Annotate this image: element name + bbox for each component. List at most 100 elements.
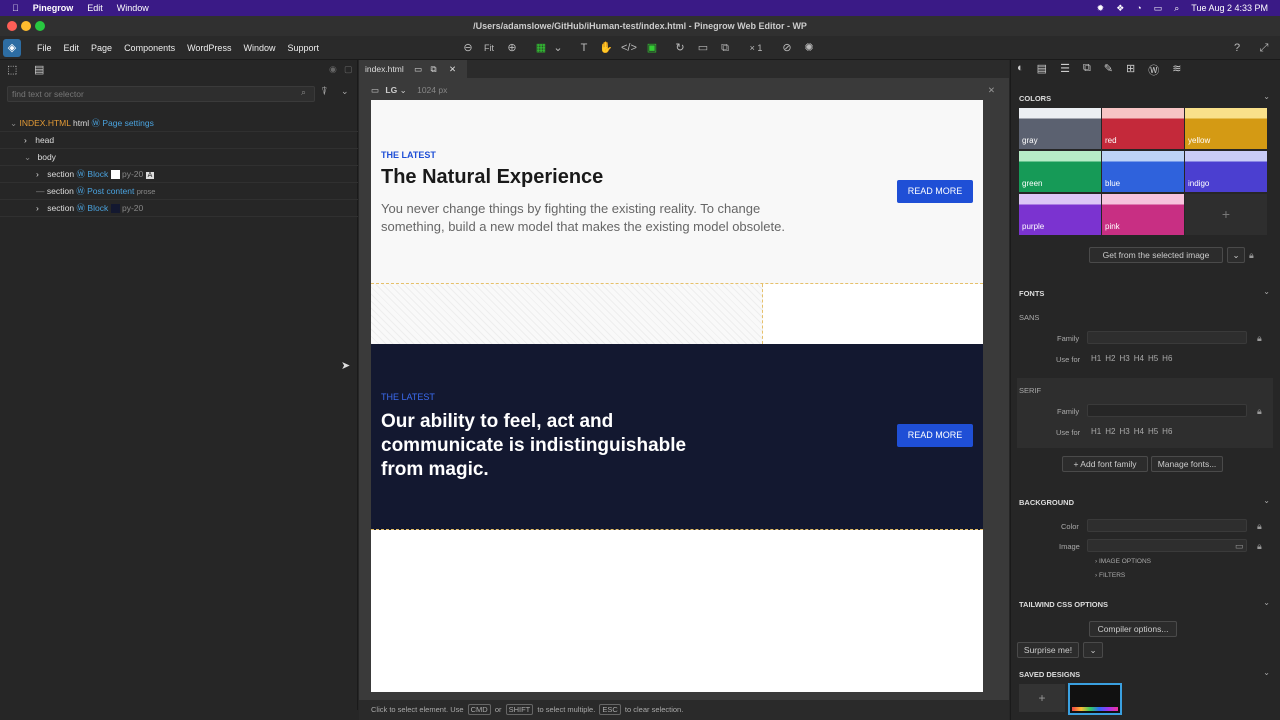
swatch-blue[interactable]: blue bbox=[1102, 151, 1184, 192]
menu-support[interactable]: Support bbox=[287, 43, 319, 53]
chevron-down-icon[interactable]: ⌄ bbox=[24, 152, 31, 162]
sans-family-select[interactable] bbox=[1087, 331, 1247, 344]
tab-index-html[interactable]: index.html ▭ ⧉ ✕ bbox=[359, 60, 467, 78]
menu-wordpress[interactable]: WordPress bbox=[187, 43, 231, 53]
menu-components[interactable]: Components bbox=[124, 43, 175, 53]
compiler-options-button[interactable]: Compiler options... bbox=[1089, 621, 1177, 637]
gear-icon[interactable]: ✹ bbox=[1097, 3, 1105, 14]
chevron-right-icon[interactable]: › bbox=[36, 169, 39, 179]
section-post-content[interactable] bbox=[371, 284, 983, 344]
section-title[interactable]: The Natural Experience bbox=[381, 166, 603, 189]
wifi-icon[interactable]: ◔ bbox=[1136, 3, 1141, 13]
code-icon[interactable]: </> bbox=[621, 41, 637, 55]
preview-icon[interactable]: ▭ bbox=[696, 41, 710, 55]
tailwind-section-title[interactable]: TAILWIND CSS OPTIONS bbox=[1019, 600, 1108, 609]
menu-page[interactable]: Page bbox=[91, 43, 112, 53]
swatch-indigo[interactable]: indigo bbox=[1185, 151, 1267, 192]
zoom-out-icon[interactable]: ⊖ bbox=[461, 41, 475, 55]
mac-app-name[interactable]: Pinegrow bbox=[33, 3, 74, 13]
new-window-icon[interactable]: ⧉ bbox=[431, 64, 437, 74]
external-preview-icon[interactable]: ⧉ bbox=[718, 41, 732, 55]
refresh-icon[interactable]: ↻ bbox=[673, 41, 687, 55]
device-select[interactable]: LG bbox=[385, 85, 397, 95]
h1-toggle[interactable]: H1 bbox=[1091, 427, 1101, 436]
h5-toggle[interactable]: H5 bbox=[1148, 354, 1158, 363]
section-kicker[interactable]: THE LATEST bbox=[381, 392, 435, 402]
swatch-red[interactable]: red bbox=[1102, 108, 1184, 149]
page-settings-link[interactable]: Page settings bbox=[102, 118, 154, 128]
lock-icon[interactable]: 🔒︎ bbox=[1257, 521, 1262, 532]
window-icon[interactable]: ▢ bbox=[344, 64, 353, 75]
add-font-family-button[interactable]: + Add font family bbox=[1062, 456, 1148, 472]
add-design-button[interactable]: + bbox=[1019, 684, 1065, 712]
lock-icon[interactable]: 🔒︎ bbox=[1257, 333, 1262, 344]
h3-toggle[interactable]: H3 bbox=[1119, 354, 1129, 363]
sliders-icon[interactable]: ☰ bbox=[1060, 62, 1070, 78]
chevron-down-icon[interactable]: ⌄ bbox=[1263, 496, 1270, 505]
zoom-in-icon[interactable]: ⊕ bbox=[505, 41, 519, 55]
h4-toggle[interactable]: H4 bbox=[1134, 354, 1144, 363]
expand-icon[interactable]: ⤢ bbox=[1257, 41, 1271, 55]
props-icon[interactable]: ▤ bbox=[1037, 62, 1047, 78]
apple-icon[interactable]:  bbox=[12, 3, 19, 13]
help-icon[interactable]: ? bbox=[1230, 41, 1244, 55]
swatch-gray[interactable]: gray bbox=[1019, 108, 1101, 149]
close-tab-icon[interactable]: ✕ bbox=[449, 64, 456, 74]
tree-search-input[interactable]: find text or selector bbox=[7, 86, 315, 102]
tree-row-html[interactable]: ⌄ INDEX.HTML html Ⓦ Page settings bbox=[0, 115, 358, 132]
colors-section-title[interactable]: COLORS bbox=[1019, 94, 1051, 103]
pinegrow-logo-icon[interactable]: ◈ bbox=[3, 39, 21, 57]
filters-toggle[interactable]: › FILTERS bbox=[1095, 572, 1125, 579]
swatch-yellow[interactable]: yellow bbox=[1185, 108, 1267, 149]
h2-toggle[interactable]: H2 bbox=[1105, 427, 1115, 436]
close-window-button[interactable] bbox=[7, 21, 17, 31]
wordpress-icon[interactable]: Ⓦ bbox=[1148, 62, 1159, 78]
close-device-icon[interactable]: ✕ bbox=[988, 82, 995, 98]
h6-toggle[interactable]: H6 bbox=[1162, 354, 1172, 363]
saved-design-thumbnail[interactable] bbox=[1068, 683, 1122, 715]
saved-designs-title[interactable]: SAVED DESIGNS bbox=[1019, 670, 1080, 679]
swatch-purple[interactable]: purple bbox=[1019, 194, 1101, 235]
eye-icon[interactable]: ◉ bbox=[329, 64, 337, 75]
lock-icon[interactable]: 🔒︎ bbox=[1257, 541, 1262, 552]
swatch-pink[interactable]: pink bbox=[1102, 194, 1184, 235]
image-options-toggle[interactable]: › IMAGE OPTIONS bbox=[1095, 558, 1151, 565]
settings-icon[interactable]: ✺ bbox=[802, 41, 816, 55]
layout-icon[interactable]: ▦ bbox=[534, 41, 548, 55]
minimize-window-button[interactable] bbox=[21, 21, 31, 31]
section-body[interactable]: You never change things by fighting the … bbox=[381, 200, 821, 236]
folder-icon[interactable]: ▭ bbox=[1235, 541, 1244, 552]
lock-icon[interactable]: 🔒︎ bbox=[1257, 406, 1262, 417]
add-color-icon[interactable]: + bbox=[1185, 194, 1267, 235]
chevron-right-icon[interactable]: › bbox=[36, 203, 39, 213]
filter-icon[interactable]: ⍒ bbox=[321, 86, 328, 99]
tree-row-section-2[interactable]: — section Ⓦ Post content prose bbox=[0, 183, 358, 200]
mac-menu-edit[interactable]: Edit bbox=[87, 3, 103, 13]
device-icon[interactable]: ▭ bbox=[414, 64, 422, 74]
lock-icon[interactable]: 🔒︎ bbox=[1249, 250, 1254, 261]
zoom-fit-button[interactable]: Fit bbox=[481, 41, 497, 55]
fonts-section-title[interactable]: FONTS bbox=[1019, 289, 1044, 298]
battery-icon[interactable]: ▭ bbox=[1154, 3, 1163, 14]
chevron-down-icon[interactable]: ⌄ bbox=[1263, 287, 1270, 296]
h1-toggle[interactable]: H1 bbox=[1091, 354, 1101, 363]
chevron-down-icon[interactable]: ⌄ bbox=[400, 85, 407, 95]
multiplier-label[interactable]: × 1 bbox=[746, 41, 766, 55]
dropbox-icon[interactable]: ❖ bbox=[1116, 3, 1124, 14]
h4-toggle[interactable]: H4 bbox=[1134, 427, 1144, 436]
chevron-down-icon[interactable]: ⌄ bbox=[1083, 642, 1103, 658]
chevron-down-icon[interactable]: ⌄ bbox=[341, 86, 349, 97]
background-section-title[interactable]: BACKGROUND bbox=[1019, 498, 1074, 507]
tree-tab-icon[interactable]: ⬚ bbox=[7, 63, 17, 76]
tailwind-icon[interactable]: ≋ bbox=[1172, 62, 1181, 78]
chevron-down-icon[interactable]: ⌄ bbox=[1263, 92, 1270, 101]
search-icon[interactable]: ⌕ bbox=[1174, 3, 1179, 14]
serif-family-select[interactable] bbox=[1087, 404, 1247, 417]
chevron-right-icon[interactable]: › bbox=[24, 135, 27, 145]
section-hero-dark[interactable]: THE LATEST Our ability to feel, act and … bbox=[371, 344, 983, 530]
tree-row-body[interactable]: ⌄ body bbox=[0, 149, 358, 166]
library-tab-icon[interactable]: ▤ bbox=[34, 63, 44, 76]
menu-edit[interactable]: Edit bbox=[64, 43, 80, 53]
chevron-down-icon[interactable]: ⌄ bbox=[551, 41, 565, 55]
h6-toggle[interactable]: H6 bbox=[1162, 427, 1172, 436]
